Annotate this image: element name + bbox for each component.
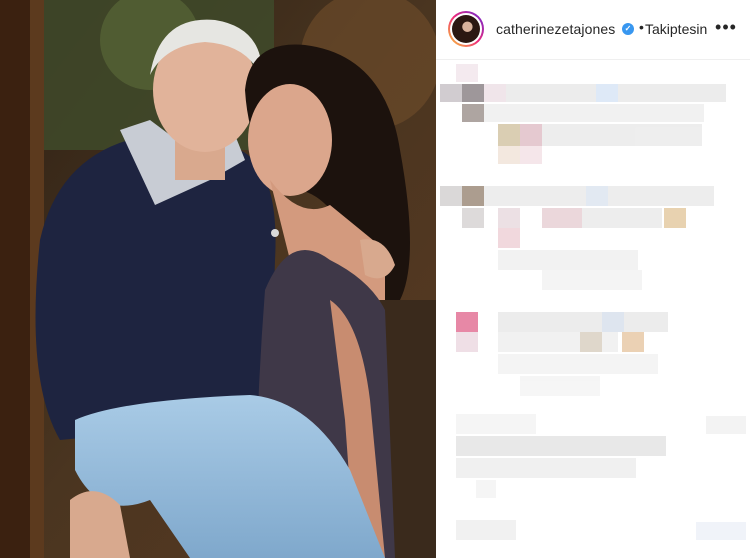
avatar-image [452, 15, 480, 43]
more-options-icon[interactable]: ••• [714, 15, 738, 39]
verified-badge-icon: ✓ [622, 23, 634, 35]
comment-block-3 [456, 312, 668, 396]
avatar-ring [450, 13, 482, 45]
blurred-comments-area [440, 64, 746, 540]
comment-block-4 [456, 414, 746, 498]
post-sidebar: catherinezetajones ✓ • Takiptesin ••• [436, 0, 750, 558]
post-photo[interactable] [0, 0, 436, 558]
username-link[interactable]: catherinezetajones [496, 21, 615, 37]
profile-avatar[interactable] [448, 11, 484, 47]
post-header: catherinezetajones ✓ • Takiptesin ••• [436, 0, 750, 60]
following-button[interactable]: Takiptesin [645, 21, 707, 37]
comment-block-5 [456, 520, 746, 540]
comment-block-2 [440, 186, 714, 290]
comment-block-1 [440, 64, 726, 164]
post-photo-illustration [0, 0, 436, 558]
instagram-post: catherinezetajones ✓ • Takiptesin ••• [0, 0, 750, 558]
separator-dot: • [639, 19, 644, 35]
